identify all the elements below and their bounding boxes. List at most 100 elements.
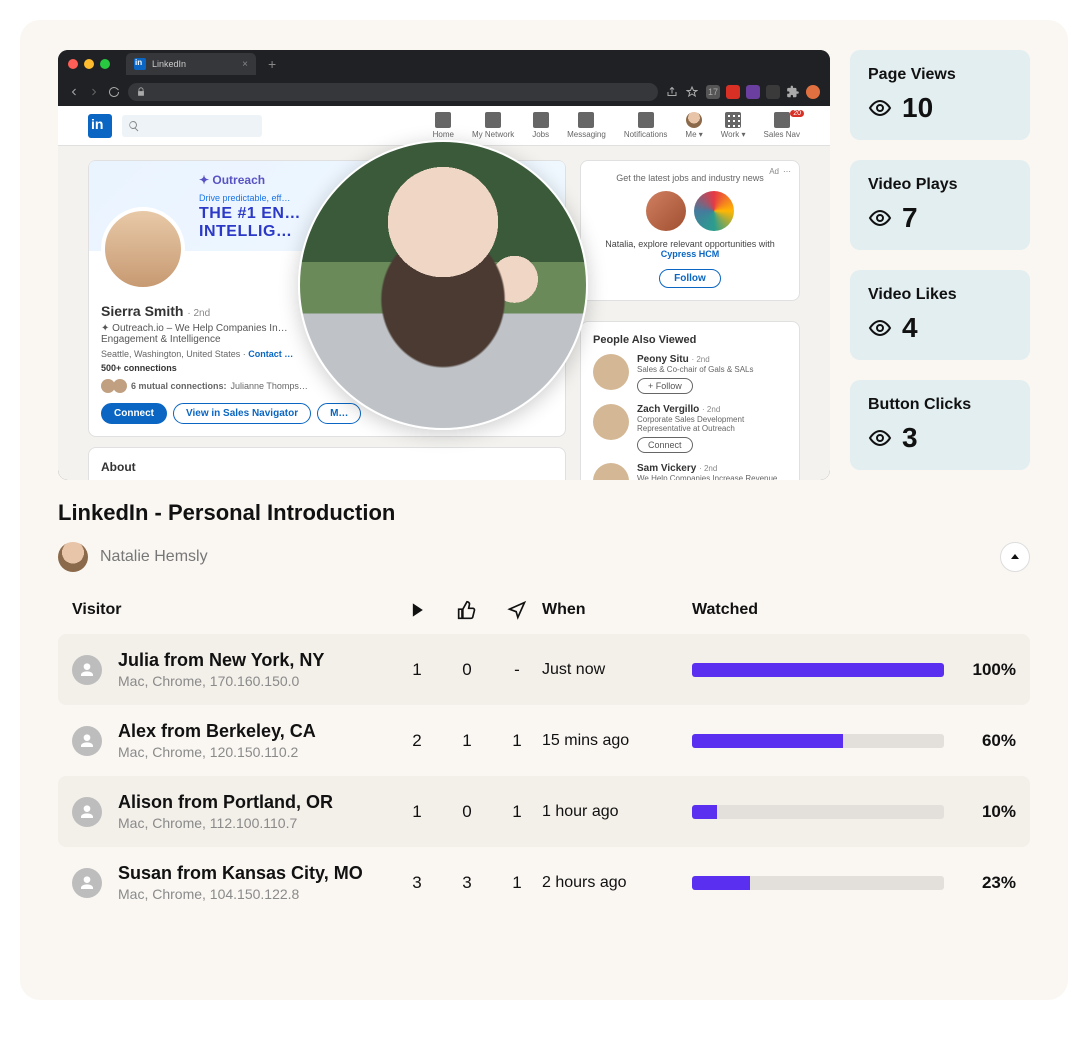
company-logo-icon (694, 191, 734, 231)
close-window-icon[interactable] (68, 59, 78, 69)
follow-button[interactable]: Follow (659, 269, 721, 288)
home-icon (435, 112, 451, 128)
forward-icon[interactable] (88, 86, 100, 98)
pav-item[interactable]: Zach Vergillo · 2nd Corporate Sales Deve… (593, 404, 787, 453)
more-button[interactable]: M… (317, 403, 361, 424)
browser-tab[interactable]: LinkedIn × (126, 53, 256, 75)
extension-icon[interactable]: 17 (706, 85, 720, 99)
stat-value: 10 (902, 92, 933, 124)
sidebar-job-card: Ad ⋯ Get the latest jobs and industry ne… (580, 160, 800, 301)
col-when: When (542, 601, 692, 619)
nav-label: Notifications (624, 130, 668, 139)
play-icon (407, 600, 427, 620)
collapse-button[interactable] (1000, 542, 1030, 572)
visitor-avatar-icon (72, 655, 102, 685)
about-card: About As the first point of contact for … (88, 447, 566, 480)
table-row[interactable]: Alex from Berkeley, CA Mac, Chrome, 120.… (58, 705, 1030, 776)
ad-label: Ad ⋯ (769, 167, 791, 176)
linkedin-nav-work-[interactable]: Work ▾ (721, 112, 746, 139)
cursor-click-icon (507, 600, 527, 620)
msg-icon (578, 112, 594, 128)
when-text: 15 mins ago (542, 732, 692, 750)
address-bar[interactable] (128, 83, 658, 101)
visitor-meta: Mac, Chrome, 112.100.110.7 (118, 815, 333, 831)
connect-button[interactable]: Connect (101, 403, 167, 424)
star-icon[interactable] (686, 86, 698, 98)
linkedin-nav-notifications[interactable]: Notifications (624, 112, 668, 139)
pav-item[interactable]: Peony Situ · 2nd Sales & Co-chair of Gal… (593, 354, 787, 394)
visitor-avatar-icon (72, 726, 102, 756)
puzzle-icon[interactable] (786, 85, 800, 99)
stat-value: 7 (902, 202, 918, 234)
clicks-count: 1 (492, 802, 542, 822)
stat-value: 4 (902, 312, 918, 344)
stat-label: Video Plays (868, 176, 1012, 194)
minimize-window-icon[interactable] (84, 59, 94, 69)
linkedin-nav-messaging[interactable]: Messaging (567, 112, 606, 139)
clicks-count: - (492, 660, 542, 680)
when-text: Just now (542, 661, 692, 679)
pav-name: Sam Vickery · 2nd (637, 463, 787, 474)
stat-card-button-clicks: Button Clicks 3 (850, 380, 1030, 470)
stat-label: Video Likes (868, 286, 1012, 304)
author-avatar[interactable] (58, 542, 88, 572)
likes-count: 0 (442, 660, 492, 680)
visitor-name: Alex from Berkeley, CA (118, 721, 316, 742)
hero-tagline: Drive predictable, eff… (199, 193, 290, 203)
visitor-meta: Mac, Chrome, 120.150.110.2 (118, 744, 316, 760)
extension-icon[interactable] (726, 85, 740, 99)
likes-count: 1 (442, 731, 492, 751)
linkedin-nav-home[interactable]: Home (433, 112, 454, 139)
profile-avatar[interactable] (101, 207, 185, 291)
extension-icon[interactable] (746, 85, 760, 99)
contact-info-link[interactable]: Contact … (248, 349, 293, 359)
tab-title: LinkedIn (152, 59, 186, 69)
new-tab-button[interactable]: + (268, 56, 276, 72)
profile-avatar-icon[interactable] (806, 85, 820, 99)
eye-icon (868, 316, 892, 340)
work-icon (725, 112, 741, 128)
stat-card-video-likes: Video Likes 4 (850, 270, 1030, 360)
linkedin-logo-icon[interactable] (88, 114, 112, 138)
table-row[interactable]: Susan from Kansas City, MO Mac, Chrome, … (58, 847, 1030, 918)
window-traffic-lights[interactable] (68, 59, 110, 69)
video-bubble[interactable] (298, 140, 588, 430)
maximize-window-icon[interactable] (100, 59, 110, 69)
nav-label: Work ▾ (721, 130, 746, 139)
nav-label: Messaging (567, 130, 606, 139)
visitor-name: Susan from Kansas City, MO (118, 863, 363, 884)
bell-icon (638, 112, 654, 128)
me-icon (686, 112, 702, 128)
linkedin-nav-jobs[interactable]: Jobs (532, 112, 549, 139)
linkedin-nav-sales-nav[interactable]: Sales Nav20 (764, 112, 800, 139)
chevron-up-icon (1009, 551, 1021, 563)
reload-icon[interactable] (108, 86, 120, 98)
table-row[interactable]: Alison from Portland, OR Mac, Chrome, 11… (58, 776, 1030, 847)
clicks-count: 1 (492, 873, 542, 893)
visitors-table: Visitor When Watched Julia from New York… (58, 600, 1030, 918)
share-icon[interactable] (666, 86, 678, 98)
when-text: 1 hour ago (542, 803, 692, 821)
linkedin-search-input[interactable] (122, 115, 262, 137)
likes-count: 0 (442, 802, 492, 822)
pav-action-button[interactable]: + Follow (637, 378, 693, 394)
linkedin-nav-my-network[interactable]: My Network (472, 112, 514, 139)
watched-bar (692, 734, 944, 748)
pav-item[interactable]: Sam Vickery · 2nd We Help Companies Incr… (593, 463, 787, 480)
pav-action-button[interactable]: Connect (637, 437, 693, 453)
side-job-subtitle: Natalia, explore relevant opportunities … (593, 239, 787, 259)
close-tab-icon[interactable]: × (242, 59, 248, 70)
nav-label: My Network (472, 130, 514, 139)
table-row[interactable]: Julia from New York, NY Mac, Chrome, 170… (58, 634, 1030, 705)
extension-icon[interactable] (766, 85, 780, 99)
pav-name: Peony Situ · 2nd (637, 354, 787, 365)
pav-avatar-icon (593, 404, 629, 440)
visitor-meta: Mac, Chrome, 104.150.122.8 (118, 886, 363, 902)
mini-avatar-icon (113, 379, 127, 393)
back-icon[interactable] (68, 86, 80, 98)
when-text: 2 hours ago (542, 874, 692, 892)
linkedin-nav-me-[interactable]: Me ▾ (685, 112, 702, 139)
view-sales-nav-button[interactable]: View in Sales Navigator (173, 403, 311, 424)
stat-value: 3 (902, 422, 918, 454)
watched-bar (692, 805, 944, 819)
